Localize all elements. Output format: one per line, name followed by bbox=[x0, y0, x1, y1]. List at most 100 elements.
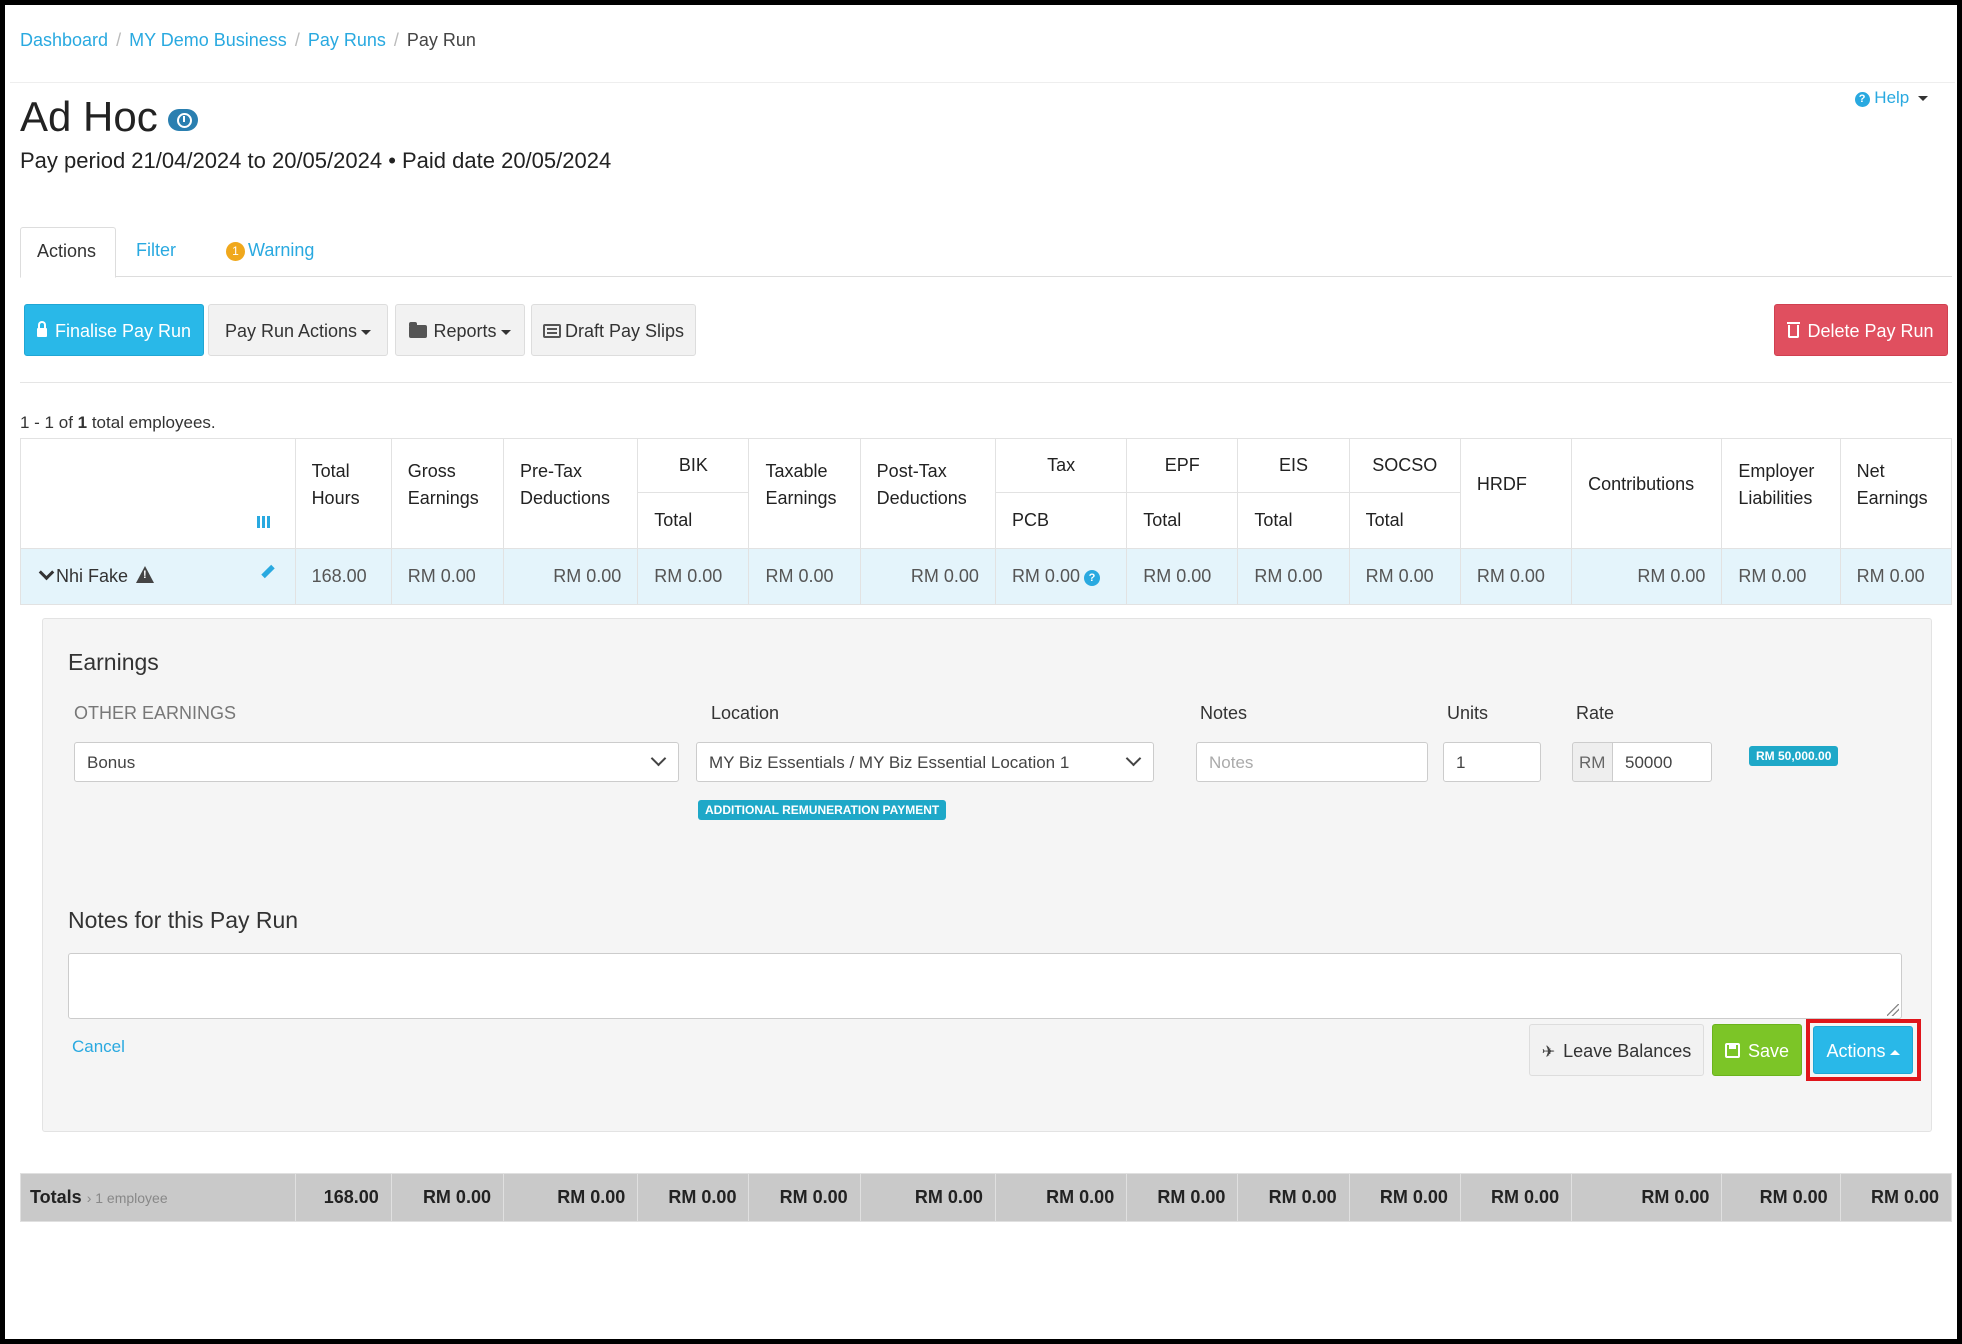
header-eis-total: Total bbox=[1237, 492, 1350, 549]
header-epf-total: Total bbox=[1126, 492, 1239, 549]
page-title-text: Ad Hoc bbox=[20, 93, 158, 140]
cell-bik-total: RM 0.00 bbox=[637, 548, 750, 605]
total-hrdf: RM 0.00 bbox=[1459, 1173, 1573, 1222]
delete-pay-run-button[interactable]: Delete Pay Run bbox=[1774, 304, 1948, 356]
breadcrumb-dashboard[interactable]: Dashboard bbox=[20, 30, 108, 50]
warning-icon[interactable] bbox=[136, 566, 155, 583]
help-label: Help bbox=[1874, 88, 1910, 107]
save-button[interactable]: Save bbox=[1712, 1024, 1802, 1076]
clock-icon[interactable] bbox=[167, 108, 198, 131]
folder-icon bbox=[409, 322, 428, 338]
pay-run-table: Total Hours Gross Earnings Pre-Tax Deduc… bbox=[20, 438, 1953, 605]
cell-net-earnings: RM 0.00 bbox=[1839, 548, 1953, 605]
breadcrumb-separator: / bbox=[393, 30, 399, 50]
count-value: 1 bbox=[77, 413, 88, 432]
cell-contributions: RM 0.00 bbox=[1571, 548, 1723, 605]
total-eis: RM 0.00 bbox=[1237, 1173, 1350, 1222]
cell-post-tax: RM 0.00 bbox=[859, 548, 996, 605]
airplane-icon: ✈ bbox=[1541, 1044, 1556, 1061]
breadcrumb-business[interactable]: MY Demo Business bbox=[129, 30, 287, 50]
total-gross-earnings: RM 0.00 bbox=[390, 1173, 504, 1222]
header-tax: Tax bbox=[994, 438, 1128, 493]
units-input[interactable]: 1 bbox=[1443, 742, 1541, 782]
caret-down-icon bbox=[1918, 96, 1928, 102]
header-net-earnings: Net Earnings bbox=[1839, 438, 1953, 549]
resize-handle-icon[interactable] bbox=[1887, 1004, 1899, 1016]
tab-warning[interactable]: 1 Warning bbox=[210, 227, 330, 278]
chevron-down-icon bbox=[1125, 750, 1142, 767]
cell-epf-total: RM 0.00 bbox=[1126, 548, 1239, 605]
totals-label-cell: Totals › 1 employee bbox=[20, 1173, 296, 1222]
header-bik: BIK bbox=[637, 438, 750, 493]
total-post-tax: RM 0.00 bbox=[859, 1173, 996, 1222]
draft-pay-slips-button[interactable]: Draft Pay Slips bbox=[531, 304, 696, 356]
totals-label: Totals bbox=[30, 1187, 82, 1207]
header-eis: EIS bbox=[1237, 438, 1350, 493]
location-select[interactable]: MY Biz Essentials / MY Biz Essential Loc… bbox=[696, 742, 1154, 782]
tab-actions[interactable]: Actions bbox=[20, 227, 116, 278]
rate-input[interactable]: 50000 bbox=[1612, 742, 1712, 782]
header-divider bbox=[10, 82, 1955, 83]
cell-hrdf: RM 0.00 bbox=[1459, 548, 1573, 605]
tab-filter-label: Filter bbox=[136, 240, 176, 260]
total-epf: RM 0.00 bbox=[1126, 1173, 1239, 1222]
header-socso-total: Total bbox=[1348, 492, 1461, 549]
rate-currency-addon: RM bbox=[1572, 742, 1613, 782]
earning-type-value: Bonus bbox=[87, 753, 136, 772]
warning-count-badge: 1 bbox=[226, 242, 245, 261]
pay-run-actions-label: Pay Run Actions bbox=[224, 321, 358, 341]
cancel-link[interactable]: Cancel bbox=[72, 1037, 125, 1057]
totals-row: Totals › 1 employee 168.00 RM 0.00 RM 0.… bbox=[20, 1173, 1953, 1222]
earning-type-select[interactable]: Bonus bbox=[74, 742, 679, 782]
cell-socso-total: RM 0.00 bbox=[1348, 548, 1461, 605]
question-icon[interactable]: ? bbox=[1083, 570, 1100, 586]
breadcrumb-separator: / bbox=[116, 30, 122, 50]
rate-label: Rate bbox=[1576, 703, 1615, 723]
help-dropdown[interactable]: ? Help bbox=[1854, 88, 1928, 108]
cell-pre-tax: RM 0.00 bbox=[502, 548, 639, 605]
cell-taxable: RM 0.00 bbox=[748, 548, 861, 605]
header-total-hours: Total Hours bbox=[294, 438, 392, 549]
pay-run-notes-textarea[interactable] bbox=[68, 953, 1902, 1019]
reports-button[interactable]: Reports bbox=[395, 304, 525, 356]
chevron-down-icon[interactable] bbox=[38, 564, 55, 581]
employee-row[interactable]: Nhi Fake 168.00 RM 0.00 RM 0.00 RM 0.00 … bbox=[20, 548, 1953, 605]
chevron-down-icon bbox=[650, 750, 667, 767]
total-pcb: RM 0.00 bbox=[994, 1173, 1128, 1222]
employee-name: Nhi Fake bbox=[56, 566, 129, 586]
header-employer-liabilities: Employer Liabilities bbox=[1721, 438, 1841, 549]
employee-count: 1 - 1 of 1 total employees. bbox=[20, 413, 216, 433]
employee-name-cell[interactable]: Nhi Fake bbox=[20, 548, 296, 605]
total-hours: 168.00 bbox=[294, 1173, 392, 1222]
notes-title: Notes for this Pay Run bbox=[68, 907, 299, 933]
columns-icon[interactable] bbox=[256, 512, 275, 528]
breadcrumb-pay-runs[interactable]: Pay Runs bbox=[308, 30, 386, 50]
cell-total-hours: 168.00 bbox=[294, 548, 392, 605]
leave-balances-button[interactable]: ✈ Leave Balances bbox=[1529, 1024, 1704, 1076]
finalise-pay-run-button[interactable]: Finalise Pay Run bbox=[24, 304, 204, 356]
delete-label: Delete Pay Run bbox=[1807, 321, 1934, 341]
location-label: Location bbox=[711, 703, 780, 723]
document-icon bbox=[542, 324, 561, 338]
employee-details-panel: Earnings OTHER EARNINGS Location Notes U… bbox=[42, 618, 1932, 1132]
header-hrdf: HRDF bbox=[1459, 438, 1573, 549]
total-taxable: RM 0.00 bbox=[748, 1173, 861, 1222]
leave-balances-label: Leave Balances bbox=[1563, 1041, 1692, 1061]
count-suffix: total employees. bbox=[87, 413, 216, 432]
caret-down-icon bbox=[500, 329, 511, 335]
total-pre-tax: RM 0.00 bbox=[502, 1173, 639, 1222]
count-prefix: 1 - 1 of bbox=[20, 413, 78, 432]
header-pre-tax-deductions: Pre-Tax Deductions bbox=[502, 438, 639, 549]
breadcrumb-separator: / bbox=[294, 30, 300, 50]
highlight-annotation bbox=[1806, 1019, 1921, 1081]
save-label: Save bbox=[1747, 1041, 1790, 1061]
notes-input[interactable]: Notes bbox=[1196, 742, 1428, 782]
question-icon: ? bbox=[1854, 92, 1870, 107]
pay-period-subtitle: Pay period 21/04/2024 to 20/05/2024 • Pa… bbox=[20, 148, 612, 173]
pay-run-actions-button[interactable]: Pay Run Actions bbox=[208, 304, 388, 356]
edit-icon[interactable] bbox=[260, 564, 275, 579]
header-post-tax-deductions: Post-Tax Deductions bbox=[859, 438, 996, 549]
total-net-earnings: RM 0.00 bbox=[1839, 1173, 1953, 1222]
employee-column-header bbox=[20, 438, 296, 549]
tab-filter[interactable]: Filter bbox=[120, 227, 192, 278]
